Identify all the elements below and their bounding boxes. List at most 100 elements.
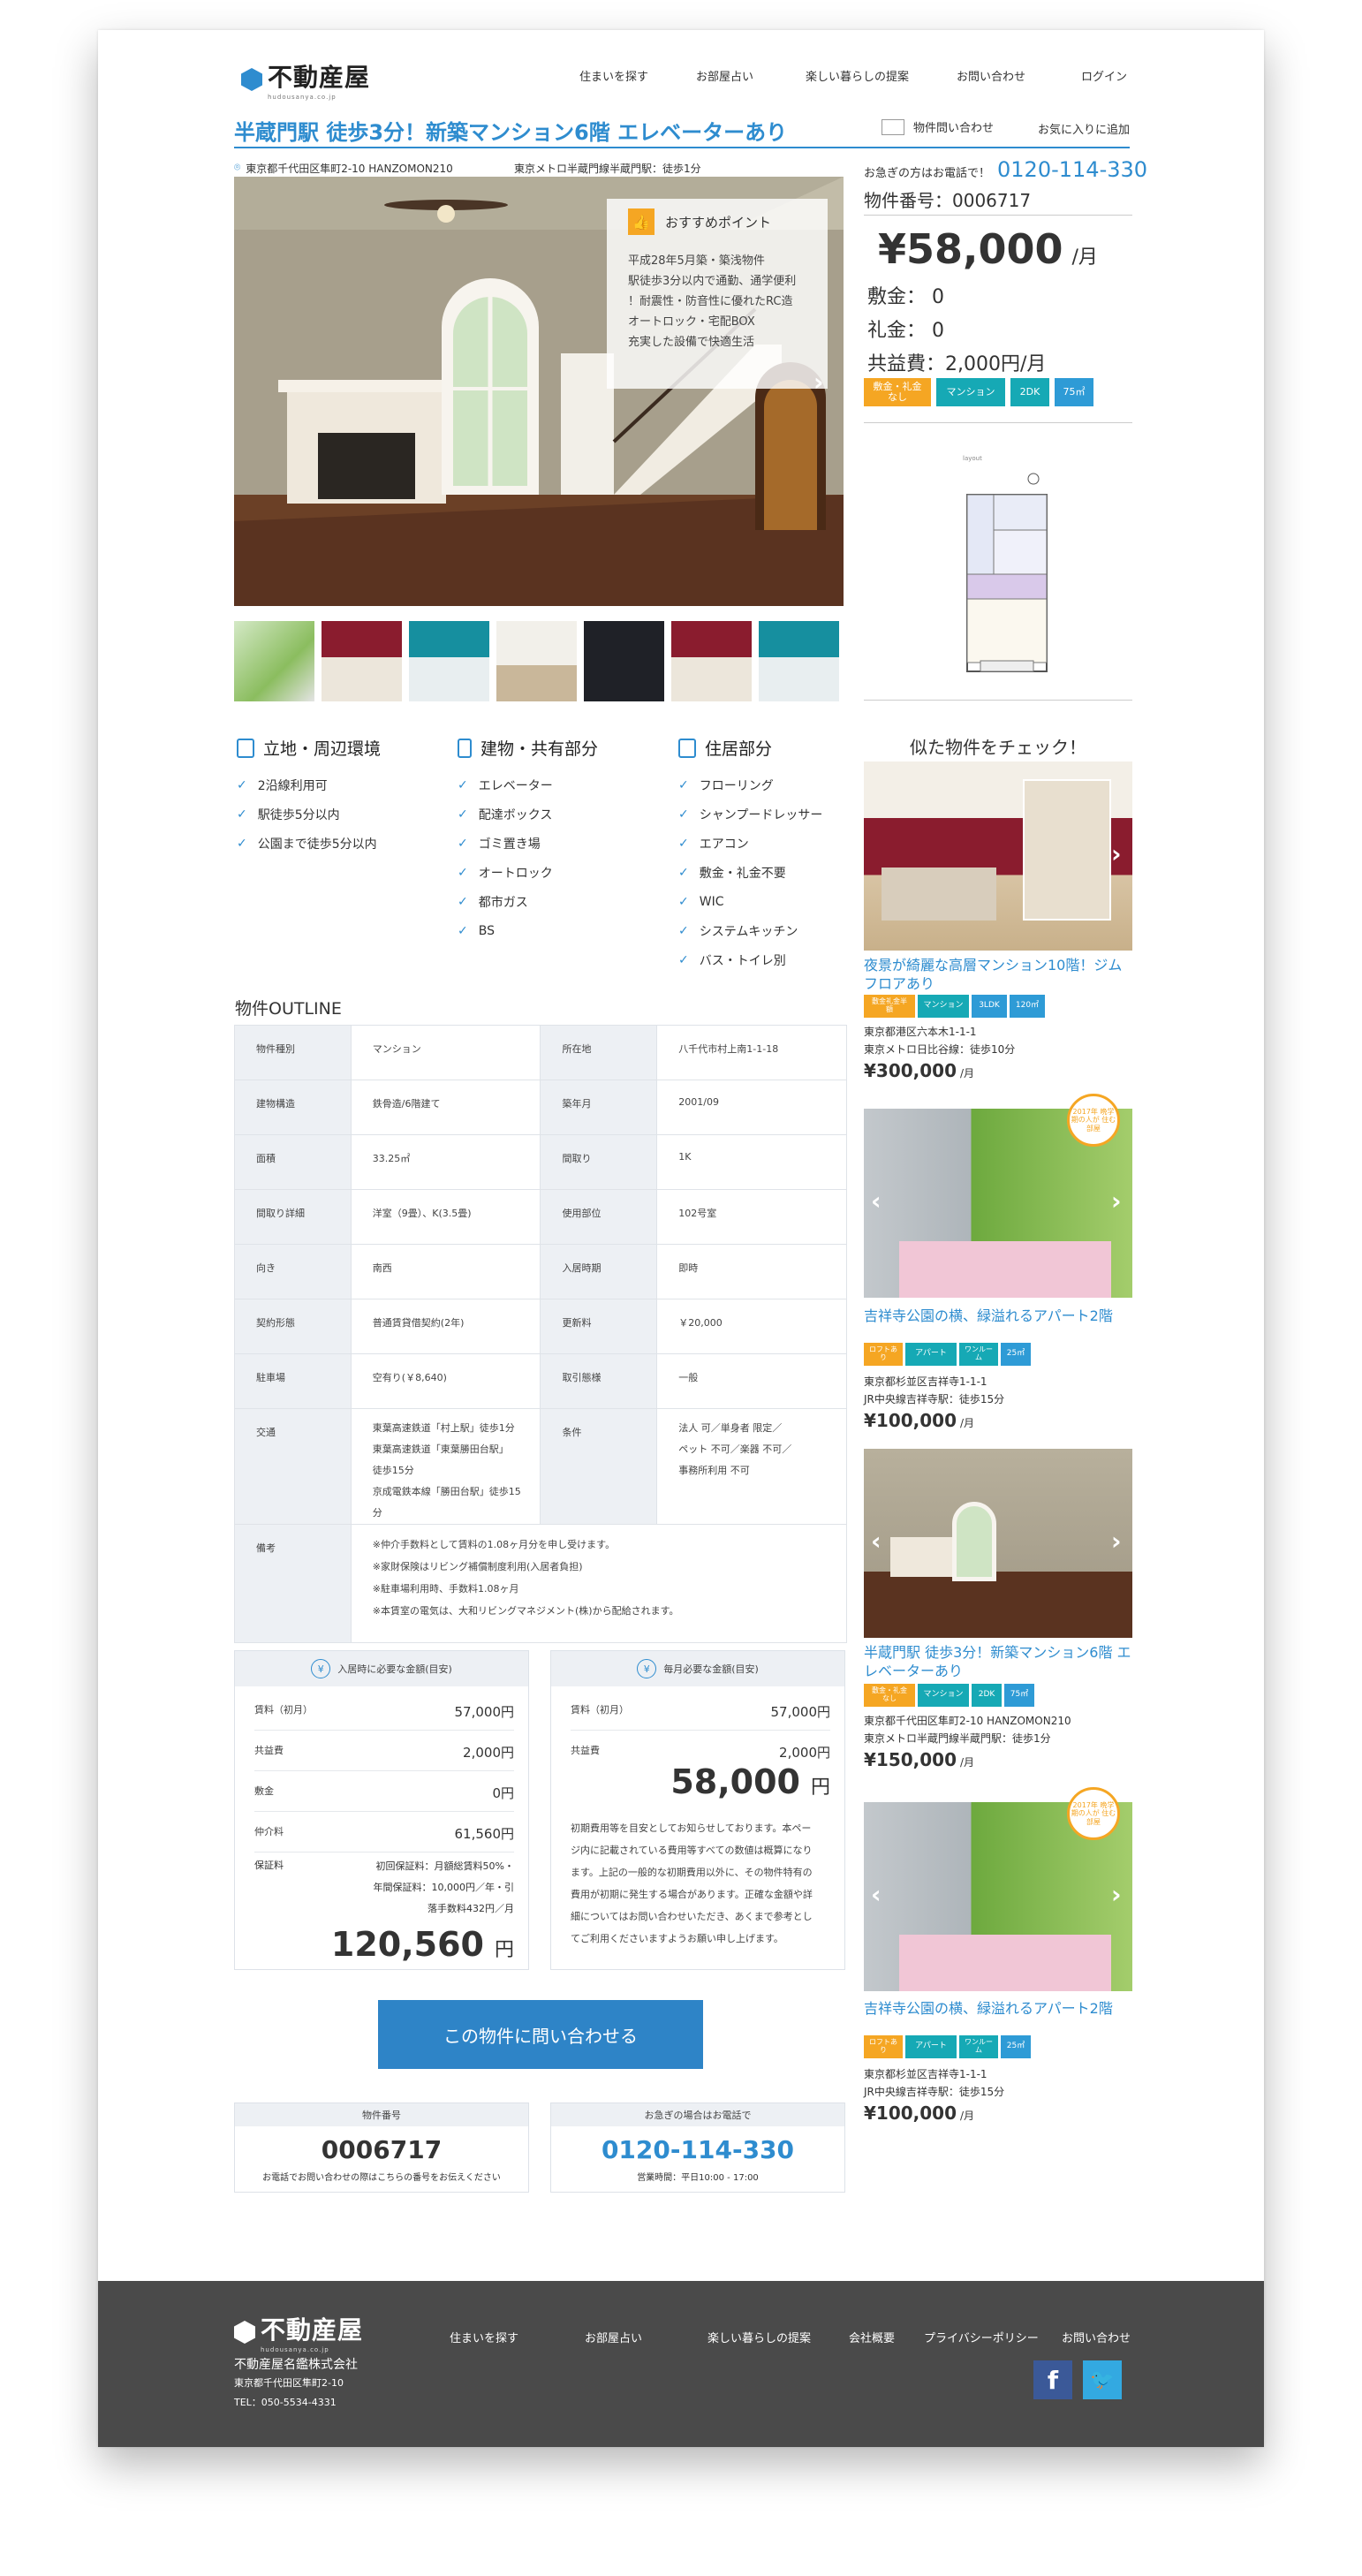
similar-card-title[interactable]: 吉祥寺公園の横、緑溢れるアパート2階: [864, 1996, 1132, 2018]
feature-item: 公園まで徒歩5分以内: [257, 837, 377, 852]
footer: 不動産屋 hudousanya.co.jp 不動産屋名鑑株式会社 東京都千代田区…: [98, 2281, 1264, 2447]
next-arrow-icon[interactable]: ›: [813, 367, 824, 397]
similar-card-info: 東京都杉並区吉祥寺1-1-1 JR中央線吉祥寺駅：徒歩15分: [864, 1373, 1004, 1408]
tag: 120㎡: [1010, 995, 1045, 1018]
similar-card-station: JR中央線吉祥寺駅：徒歩15分: [864, 1393, 1005, 1405]
similar-card-image[interactable]: ‹ ›: [864, 1449, 1132, 1638]
location-icon: [237, 738, 254, 758]
similar-card-title[interactable]: 吉祥寺公園の横、緑溢れるアパート2階: [864, 1304, 1132, 1325]
thumbnail[interactable]: [759, 621, 839, 701]
nav-fortune[interactable]: お部屋占い: [696, 67, 753, 84]
nav-contact[interactable]: お問い合わせ: [957, 67, 1025, 84]
outline-value: マンション: [350, 1025, 541, 1080]
footer-nav-fortune[interactable]: お部屋占い: [585, 2329, 642, 2345]
prev-arrow-icon[interactable]: ‹: [871, 1880, 882, 1909]
note-line: ※仲介手数料として賃料の1.08ヶ月分を申し受けます。: [372, 1539, 616, 1550]
thumbnail[interactable]: [322, 621, 402, 701]
thumbnail[interactable]: [584, 621, 664, 701]
feature-title: 建物・共有部分: [480, 739, 599, 759]
outline-traffic: 東葉高速鉄道「村上駅」徒歩1分 東葉高速鉄道「東葉勝田台駅」 徒歩15分 京成電…: [350, 1408, 541, 1525]
inquiry-button[interactable]: この物件に問い合わせる: [378, 2000, 703, 2069]
footer-nav-company[interactable]: 会社概要: [849, 2329, 895, 2345]
note-line: ※本賃室の電気は、大和リビングマネジメント(株)から配給されます。: [372, 1605, 679, 1617]
company-address: 東京都千代田区隼町2-10: [234, 2377, 344, 2389]
info-sub: お電話でお問い合わせの際はこちらの番号をお伝えください: [262, 2173, 501, 2183]
footer-nav-search[interactable]: 住まいを探す: [450, 2329, 518, 2345]
guarantee-line: 年間保証料：10,000円／年・引: [373, 1882, 515, 1893]
outline-value: 八千代市村上南1-1-18: [656, 1025, 847, 1080]
next-arrow-icon[interactable]: ›: [1111, 1186, 1122, 1216]
twitter-icon[interactable]: 🐦: [1083, 2360, 1122, 2399]
similar-card-image[interactable]: ›: [864, 761, 1132, 951]
thumbnail[interactable]: [409, 621, 489, 701]
favorite-link[interactable]: お気に入りに追加: [1038, 120, 1130, 137]
yen-icon: ¥: [311, 1659, 331, 1678]
move-in-title: 入居時に必要な金額(目安): [337, 1663, 452, 1675]
prev-arrow-icon[interactable]: ‹: [871, 1527, 882, 1556]
outline-label: 物件種別: [234, 1025, 352, 1080]
similar-title: 似た物件をチェック！: [910, 737, 1086, 758]
outline-value: 鉄骨造/6階建て: [350, 1080, 541, 1135]
note-line: 細についてはお問い合わせいただき、あくまで参考とし: [571, 1911, 813, 1922]
guarantee-line: 初回保証料：月額総賃料50%・: [375, 1860, 514, 1872]
outline-label: 取引態様: [540, 1353, 658, 1409]
similar-card-title[interactable]: 夜景が綺麗な高層マンション10階！ジムフロアあり: [864, 956, 1132, 993]
footer-nav-contact[interactable]: お問い合わせ: [1062, 2329, 1131, 2345]
outline-value: 102号室: [656, 1189, 847, 1245]
cost-value: 61,560円: [454, 1826, 515, 1842]
outline-label: 間取り詳細: [234, 1189, 352, 1245]
check-icon: ✓: [678, 923, 689, 938]
footer-nav-lifestyle[interactable]: 楽しい暮らしの提案: [707, 2329, 811, 2345]
similar-price-amount: ¥100,000: [864, 2102, 957, 2124]
similar-card-station: 東京メトロ日比谷線：徒歩10分: [864, 1043, 1016, 1056]
outline-label: 使用部位: [540, 1189, 658, 1245]
floor-plan[interactable]: [963, 468, 1051, 680]
phone-info-box: お急ぎの場合はお電話で 0120-114-330 営業時間：平日10:00 - …: [550, 2102, 845, 2193]
site-logo[interactable]: 不動産屋 hudousanya.co.jp: [241, 58, 370, 101]
similar-card-tags: 敷金礼金半額 マンション 3LDK 120㎡: [864, 995, 1045, 1018]
info-phone[interactable]: 0120-114-330: [551, 2135, 844, 2164]
footer-nav-privacy[interactable]: プライバシーポリシー: [924, 2329, 1039, 2345]
sofa-shape: [882, 868, 996, 921]
outline-value: 空有り(￥8,640): [350, 1353, 541, 1409]
outline-notes: ※仲介手数料として賃料の1.08ヶ月分を申し受けます。 ※家財保険はリビング補償…: [350, 1524, 848, 1643]
guarantee-detail: 初回保証料：月額総賃料50%・ 年間保証料：10,000円／年・引 落手数料43…: [374, 1856, 515, 1920]
traffic-line: 東葉高速鉄道「村上駅」徒歩1分: [372, 1422, 515, 1434]
nav-login[interactable]: ログイン: [1081, 67, 1127, 84]
prev-arrow-icon[interactable]: ‹: [871, 1186, 882, 1216]
divider: [864, 215, 1132, 216]
point-list: 平成28年5月築・築浅物件 駅徒歩3分以内で通勤、通学便利 ！耐震性・防音性に優…: [628, 251, 796, 352]
point-item: 駅徒歩3分以内で通勤、通学便利: [628, 275, 797, 288]
check-icon: ✓: [237, 836, 247, 851]
thumbnail[interactable]: [234, 621, 314, 701]
note-line: てご利用くださいますようお願い申し上げます。: [571, 1933, 783, 1944]
next-arrow-icon[interactable]: ›: [1111, 1880, 1122, 1909]
point-title: おすすめポイント: [665, 214, 772, 231]
monthly-total-amount: 58,000: [670, 1762, 800, 1801]
thumbnail[interactable]: [496, 621, 577, 701]
check-icon: ✓: [458, 807, 468, 822]
thumbnail[interactable]: [671, 621, 752, 701]
next-arrow-icon[interactable]: ›: [1111, 839, 1122, 868]
inquiry-link[interactable]: 物件問い合わせ: [882, 118, 994, 135]
tag: 75㎡: [1004, 1684, 1034, 1707]
nav-search[interactable]: 住まいを探す: [579, 67, 648, 84]
footer-logo[interactable]: 不動産屋 hudousanya.co.jp: [234, 2311, 363, 2353]
outline-value: 33.25㎡: [350, 1134, 541, 1190]
logo-text: 不動産屋: [268, 63, 371, 92]
phone-number[interactable]: 0120-114-330: [997, 157, 1147, 182]
outline-value: 即時: [656, 1244, 847, 1299]
similar-card-title[interactable]: 半蔵門駅 徒歩3分！新築マンション6階 エレベーターあり: [864, 1643, 1132, 1680]
next-arrow-icon[interactable]: ›: [1111, 1527, 1122, 1556]
tag: 敷金・礼金なし: [864, 1684, 915, 1707]
rent-price: ¥58,000 /月: [878, 225, 1098, 273]
similar-price-unit: /月: [960, 2110, 975, 2122]
main-photo[interactable]: 👍 おすすめポイント 平成28年5月築・築浅物件 駅徒歩3分以内で通勤、通学便利…: [234, 177, 844, 606]
facebook-icon[interactable]: f: [1033, 2360, 1072, 2399]
award-badge: 2017年 晩学期の人が 住む部屋: [1067, 1787, 1120, 1840]
outline-label: 面積: [234, 1134, 352, 1190]
address-line: ⌾ 東京都千代田区隼町2-10 HANZOMON210: [234, 161, 453, 176]
nav-lifestyle[interactable]: 楽しい暮らしの提案: [806, 67, 909, 84]
logo-cube-icon: [234, 2321, 255, 2344]
kyoeki: 共益費：2,000円/月: [867, 353, 1047, 375]
